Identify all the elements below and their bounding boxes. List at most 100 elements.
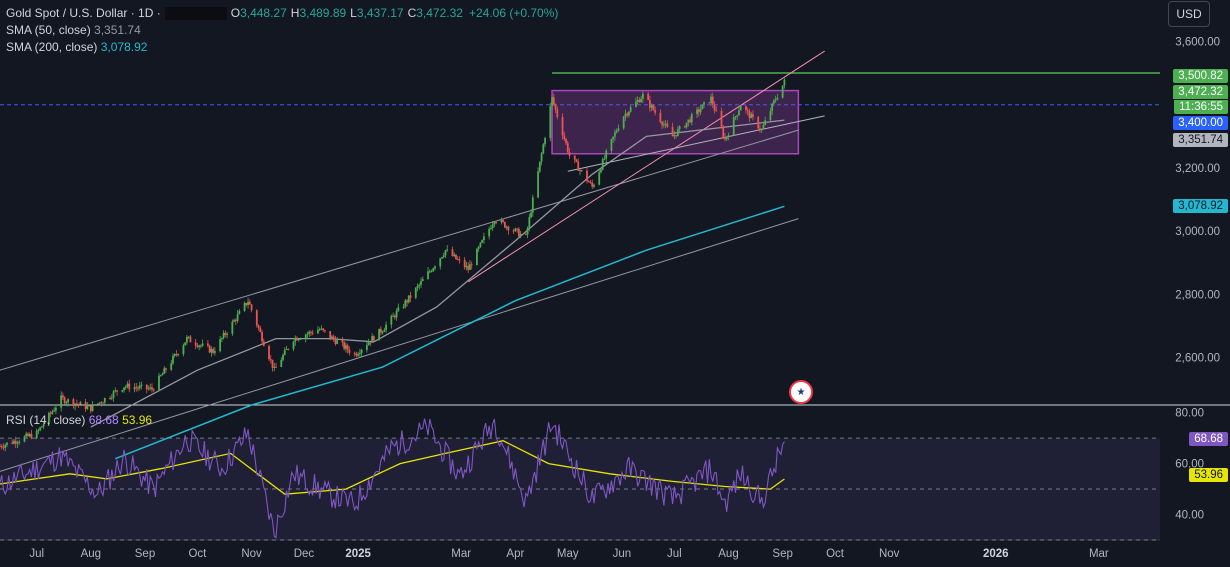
price-axis-label: 3,200.00 bbox=[1175, 163, 1220, 175]
sma200-legend[interactable]: SMA (200, close) 3,078.92 bbox=[6, 40, 147, 54]
candle-body bbox=[206, 343, 209, 346]
candle-body bbox=[575, 159, 578, 162]
currency-button[interactable]: USD bbox=[1168, 1, 1210, 27]
candle-body bbox=[502, 219, 505, 222]
us-flag-event-icon[interactable]: ★ bbox=[789, 380, 813, 404]
sma50-legend[interactable]: SMA (50, close) 3,351.74 bbox=[6, 23, 141, 37]
candle-body bbox=[372, 336, 375, 341]
candle-body bbox=[13, 440, 15, 444]
candle-body bbox=[219, 339, 222, 352]
candle-body bbox=[465, 265, 468, 268]
sma50-line bbox=[90, 119, 785, 428]
rsi-ma-value: 53.96 bbox=[122, 413, 153, 427]
candle-body bbox=[397, 307, 400, 312]
candle-body bbox=[226, 333, 229, 335]
candle-body bbox=[159, 375, 162, 377]
candle-body bbox=[100, 402, 103, 404]
candle-body bbox=[500, 219, 503, 223]
candle-body bbox=[678, 126, 681, 130]
candle-body bbox=[318, 329, 321, 331]
candle-body bbox=[641, 93, 644, 99]
candle-body bbox=[112, 391, 115, 398]
time-axis-label: Sep bbox=[135, 548, 155, 560]
candle-body bbox=[369, 342, 372, 344]
candle-body bbox=[732, 117, 735, 136]
candle-body bbox=[734, 116, 737, 118]
redacted-block bbox=[164, 7, 227, 21]
rsi-legend[interactable]: RSI (14, close) 68.68 53.96 bbox=[6, 413, 152, 427]
candle-body bbox=[365, 345, 368, 350]
candle-body bbox=[110, 397, 113, 399]
candle-body bbox=[367, 342, 370, 346]
chart-canvas[interactable]: 3,600.00 3,400.00 3,200.00 3,000.00 2,800.00… bbox=[0, 0, 1230, 567]
candle-body bbox=[187, 336, 190, 338]
candle-body bbox=[566, 143, 569, 152]
candle-body bbox=[393, 315, 396, 318]
candle-body bbox=[483, 236, 485, 241]
candle-body bbox=[470, 264, 473, 266]
candle-body bbox=[662, 124, 665, 126]
channel-upper-line bbox=[0, 129, 799, 371]
candle-body bbox=[428, 271, 431, 273]
candle-body bbox=[378, 328, 380, 341]
high-value: 3,489.89 bbox=[299, 6, 347, 20]
candle-body bbox=[324, 330, 326, 332]
candle-body bbox=[442, 255, 445, 258]
candle-body bbox=[381, 331, 384, 333]
candle-body bbox=[275, 366, 277, 368]
time-axis-label: Oct bbox=[188, 548, 207, 560]
candle-body bbox=[406, 300, 408, 303]
candle-body bbox=[341, 340, 344, 343]
candle-body bbox=[311, 332, 314, 334]
candle-body bbox=[390, 315, 393, 325]
candle-body bbox=[552, 97, 555, 105]
candle-body bbox=[210, 348, 213, 353]
candle-body bbox=[420, 281, 422, 285]
candle-body bbox=[158, 375, 160, 390]
candle-body bbox=[371, 336, 374, 343]
candle-body bbox=[640, 98, 643, 103]
candle-body bbox=[135, 387, 138, 389]
candle-body bbox=[145, 384, 148, 390]
candle-body bbox=[635, 101, 637, 108]
candle-body bbox=[455, 254, 457, 260]
candle-body bbox=[481, 240, 484, 243]
open-value: 3,448.27 bbox=[240, 6, 287, 20]
candle-body bbox=[439, 258, 442, 267]
candle-body bbox=[198, 345, 201, 347]
candle-body bbox=[531, 197, 534, 213]
candle-body bbox=[360, 349, 363, 354]
candle-body bbox=[151, 387, 153, 390]
candle-body bbox=[469, 264, 471, 270]
change-value: +24.06 (+0.70%) bbox=[468, 6, 559, 20]
candle-body bbox=[589, 182, 592, 184]
candle-body bbox=[517, 228, 520, 237]
candle-body bbox=[257, 325, 260, 329]
candle-body bbox=[247, 301, 249, 306]
time-axis-label: Apr bbox=[506, 548, 524, 560]
candle-body bbox=[55, 407, 57, 411]
candle-body bbox=[530, 212, 532, 218]
candle-body bbox=[601, 159, 604, 170]
candle-body bbox=[126, 383, 129, 387]
candle-body bbox=[6, 442, 8, 445]
candle-body bbox=[615, 130, 618, 133]
candle-body bbox=[35, 430, 38, 439]
candle-body bbox=[306, 333, 309, 335]
candle-body bbox=[402, 306, 405, 308]
candle-body bbox=[526, 228, 529, 235]
candle-body bbox=[184, 342, 187, 346]
candle-body bbox=[598, 172, 601, 185]
candle-body bbox=[255, 310, 258, 326]
candle-body bbox=[713, 104, 716, 111]
candle-body bbox=[561, 116, 564, 136]
candle-body bbox=[676, 129, 679, 136]
candle-body bbox=[549, 106, 552, 139]
candle-body bbox=[654, 110, 657, 113]
candle-body bbox=[53, 410, 56, 412]
candle-body bbox=[776, 97, 779, 100]
candle-body bbox=[208, 345, 211, 353]
candle-body bbox=[563, 135, 566, 139]
candle-body bbox=[67, 399, 70, 403]
candle-body bbox=[11, 442, 14, 444]
